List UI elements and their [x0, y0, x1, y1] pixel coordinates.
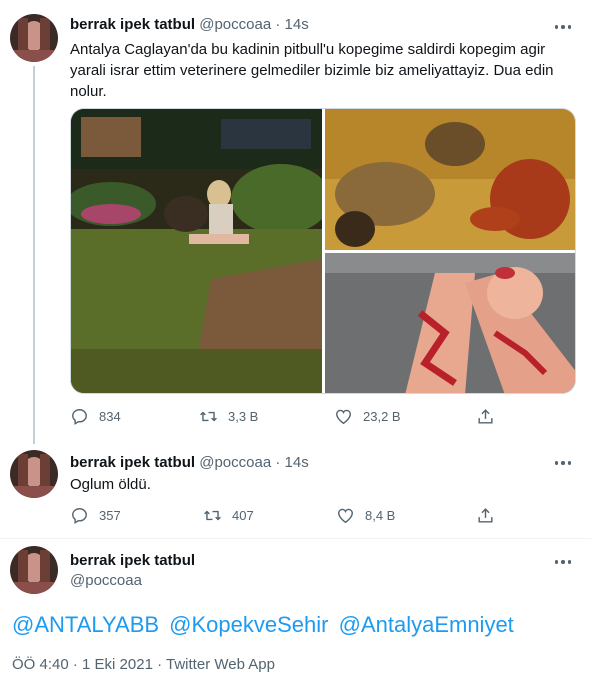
reply-count: 834: [99, 409, 121, 424]
photo-woman-with-dog[interactable]: [71, 109, 322, 393]
like-icon: [336, 409, 351, 425]
avatar[interactable]: [10, 546, 58, 594]
action-bar: 357 407 8,4 B: [70, 506, 540, 528]
user-handle[interactable]: @poccoaa: [199, 454, 271, 471]
more-icon[interactable]: [553, 555, 573, 569]
mention-link[interactable]: @AntalyaEmniyet: [339, 612, 514, 637]
tweet-1[interactable]: berrak ipek tatbul @poccoaa · 14s Antaly…: [0, 0, 591, 444]
retweet-count: 407: [232, 508, 254, 523]
avatar[interactable]: [10, 14, 58, 62]
mentions: @ANTALYABB @KopekveSehir @AntalyaEmniyet: [12, 612, 518, 638]
reply-count: 357: [99, 508, 121, 523]
tweet-source[interactable]: Twitter Web App: [166, 656, 275, 673]
share-button[interactable]: [476, 407, 495, 426]
reply-button[interactable]: 357: [70, 506, 121, 525]
share-icon: [478, 508, 493, 523]
user-handle[interactable]: @poccoaa: [199, 16, 271, 33]
reply-icon: [72, 508, 87, 524]
like-button[interactable]: 8,4 B: [336, 506, 395, 525]
timestamp[interactable]: 14s: [285, 16, 309, 33]
photo-injured-legs[interactable]: [325, 253, 575, 393]
reply-icon: [72, 409, 87, 425]
tweet-meta: ÖÖ 4:40 · 1 Eki 2021 · Twitter Web App: [12, 656, 275, 673]
action-bar: 834 3,3 B 23,2 B: [70, 407, 540, 429]
more-icon[interactable]: [553, 20, 573, 34]
timestamp[interactable]: 14s: [285, 454, 309, 471]
tweet-text: Oglum öldü.: [70, 476, 151, 493]
tweet-text: Antalya Caglayan'da bu kadinin pitbull'u…: [70, 41, 554, 100]
reply-button[interactable]: 834: [70, 407, 121, 426]
display-name-text: berrak ipek tatbul: [70, 552, 196, 569]
tweet-2[interactable]: berrak ipek tatbul @poccoaa · 14s Oglum …: [0, 446, 591, 536]
retweet-button[interactable]: 407: [203, 506, 254, 525]
thread-line: [33, 66, 35, 444]
like-button[interactable]: 23,2 B: [334, 407, 401, 426]
separator-dot: ·: [72, 656, 78, 673]
avatar[interactable]: [10, 450, 58, 498]
media-grid[interactable]: [70, 108, 576, 394]
separator-dot: ·: [157, 656, 163, 673]
separator-dot: ·: [275, 16, 281, 33]
retweet-icon: [200, 411, 217, 422]
like-icon: [338, 508, 353, 524]
tweet-date[interactable]: 1 Eki 2021: [82, 656, 153, 673]
share-icon: [478, 409, 493, 424]
retweet-icon: [204, 510, 221, 521]
like-count: 23,2 B: [363, 409, 401, 424]
user-handle-text: @poccoaa: [70, 572, 142, 589]
retweet-button[interactable]: 3,3 B: [199, 407, 258, 426]
separator-dot: ·: [275, 454, 281, 471]
tweet-header: berrak ipek tatbul @poccoaa · 14s: [70, 454, 309, 471]
tweet-time[interactable]: ÖÖ 4:40: [12, 656, 69, 673]
display-name[interactable]: berrak ipek tatbul: [70, 552, 195, 569]
tweet-header: berrak ipek tatbul @poccoaa · 14s: [70, 16, 309, 33]
mention-link[interactable]: @KopekveSehir: [169, 612, 328, 637]
more-icon[interactable]: [553, 456, 573, 470]
like-count: 8,4 B: [365, 508, 396, 523]
divider: [0, 538, 591, 539]
user-handle[interactable]: @poccoaa: [70, 572, 142, 589]
display-name[interactable]: berrak ipek tatbul: [70, 454, 195, 471]
photo-injured-dog[interactable]: [325, 109, 575, 250]
share-button[interactable]: [476, 506, 495, 525]
display-name[interactable]: berrak ipek tatbul: [70, 16, 195, 33]
retweet-count: 3,3 B: [228, 409, 259, 424]
mention-link[interactable]: @ANTALYABB: [12, 612, 159, 637]
